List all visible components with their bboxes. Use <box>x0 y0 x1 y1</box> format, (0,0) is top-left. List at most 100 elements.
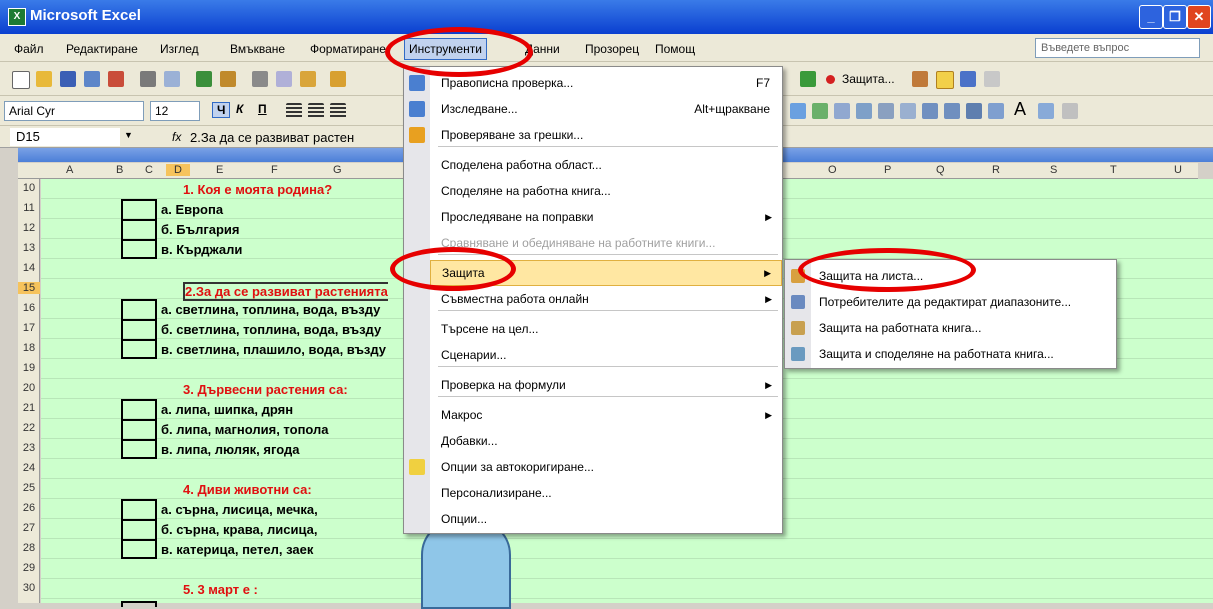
col-header-f[interactable]: F <box>271 164 278 176</box>
font-size-select[interactable]: 12 <box>150 101 200 121</box>
print-preview-icon[interactable] <box>164 71 180 87</box>
drawing-icon[interactable] <box>790 103 806 119</box>
font-name-select[interactable]: Arial Cyr <box>4 101 144 121</box>
row-header[interactable]: 18 <box>18 342 40 354</box>
save-icon[interactable] <box>60 71 76 87</box>
menu-item-macro[interactable]: Макрос ▶ <box>430 402 782 428</box>
chevron-down-icon[interactable]: ▼ <box>124 130 133 140</box>
italic-button[interactable]: К <box>236 102 243 116</box>
row-header[interactable]: 27 <box>18 522 40 534</box>
menu-insert[interactable]: Вмъкване <box>230 42 285 56</box>
row-header[interactable]: 13 <box>18 242 40 254</box>
menu-help[interactable]: Помощ <box>655 42 695 56</box>
menu-item-goal-seek[interactable]: Търсене на цел... <box>430 316 782 342</box>
col-header-s[interactable]: S <box>1050 164 1057 176</box>
menu-item-scenarios[interactable]: Сценарии... <box>430 342 782 368</box>
answer-checkbox-group[interactable] <box>121 299 157 359</box>
menu-item-share-workbook[interactable]: Споделяне на работна книга... <box>430 178 782 204</box>
checkbox-control-icon[interactable] <box>834 103 850 119</box>
menu-item-formula-auditing[interactable]: Проверка на формули ▶ <box>430 372 782 398</box>
row-header[interactable]: 11 <box>18 202 40 214</box>
menu-item-research[interactable]: Изследване... Alt+щракване <box>430 96 782 122</box>
research-icon[interactable] <box>220 71 236 87</box>
align-center-icon[interactable] <box>308 103 324 119</box>
menu-item-autocorrect-options[interactable]: Опции за автокоригиране... <box>430 454 782 480</box>
spinner-control-icon[interactable] <box>966 103 982 119</box>
underline-button[interactable]: П <box>258 102 267 116</box>
row-header[interactable]: 17 <box>18 322 40 334</box>
permission-icon[interactable] <box>84 71 100 87</box>
combo-control-icon[interactable] <box>856 103 872 119</box>
edit-icon[interactable] <box>960 71 976 87</box>
menu-item-track-changes[interactable]: Проследяване на поправки ▶ <box>430 204 782 230</box>
answer-checkbox-group[interactable] <box>121 199 157 259</box>
open-icon[interactable] <box>36 71 52 87</box>
copy-icon[interactable] <box>276 71 292 87</box>
col-header-q[interactable]: Q <box>936 164 945 176</box>
paste-icon[interactable] <box>300 71 316 87</box>
menu-window[interactable]: Прозорец <box>585 42 639 56</box>
protect-toolbar-button[interactable]: Защита... <box>842 72 895 86</box>
submenu-item-allow-edit-ranges[interactable]: Потребителите да редактират диапазоните.… <box>811 289 1116 315</box>
highlight-icon[interactable] <box>936 71 954 89</box>
col-header-d[interactable]: D <box>166 164 190 176</box>
submenu-item-protect-share-workbook[interactable]: Защита и споделяне на работната книга... <box>811 341 1116 367</box>
formula-content[interactable]: 2.За да се развиват растен <box>190 130 354 145</box>
format-painter-icon[interactable] <box>330 71 346 87</box>
row-header[interactable]: 16 <box>18 302 40 314</box>
maximize-button[interactable]: ❐ <box>1163 5 1187 29</box>
menu-item-online-collaboration[interactable]: Съвместна работа онлайн ▶ <box>430 286 782 312</box>
function-icon[interactable]: fx <box>172 130 181 144</box>
email-icon[interactable] <box>108 71 124 87</box>
menu-view[interactable]: Изглед <box>160 42 199 56</box>
form-icon[interactable] <box>812 103 828 119</box>
image-icon[interactable] <box>1038 103 1054 119</box>
button-control-icon[interactable] <box>878 103 894 119</box>
menu-item-shared-workspace[interactable]: Споделена работна област... <box>430 152 782 178</box>
col-header-t[interactable]: T <box>1110 164 1117 176</box>
col-header-u[interactable]: U <box>1174 164 1182 176</box>
menu-file[interactable]: Файл <box>14 42 44 56</box>
properties-icon[interactable] <box>988 103 1004 119</box>
menu-item-add-ins[interactable]: Добавки... <box>430 428 782 454</box>
list-control-icon[interactable] <box>922 103 938 119</box>
row-header[interactable]: 22 <box>18 422 40 434</box>
menu-item-customize[interactable]: Персонализиране... <box>430 480 782 506</box>
row-header[interactable]: 20 <box>18 382 40 394</box>
row-header[interactable]: 23 <box>18 442 40 454</box>
name-box[interactable]: D15 <box>10 128 120 146</box>
col-header-e[interactable]: E <box>216 164 223 176</box>
menu-item-error-checking[interactable]: Проверяване за грешки... <box>430 122 782 148</box>
row-header[interactable]: 30 <box>18 582 40 594</box>
row-header[interactable]: 10 <box>18 182 40 194</box>
protect-sheet-icon[interactable] <box>912 71 928 87</box>
answer-checkbox-group[interactable] <box>121 399 157 459</box>
text-icon[interactable]: A <box>1014 99 1026 120</box>
align-right-icon[interactable] <box>330 103 346 119</box>
col-header-c[interactable]: C <box>145 164 153 176</box>
align-left-icon[interactable] <box>286 103 302 119</box>
run-icon[interactable] <box>800 71 816 87</box>
ask-question-input[interactable]: Въведете въпрос <box>1035 38 1200 58</box>
print-icon[interactable] <box>140 71 156 87</box>
submenu-item-protect-workbook[interactable]: Защита на работната книга... <box>811 315 1116 341</box>
row-header[interactable]: 28 <box>18 542 40 554</box>
row-header[interactable]: 15 <box>18 282 40 294</box>
minimize-button[interactable]: _ <box>1139 5 1163 29</box>
record-icon[interactable] <box>826 75 835 84</box>
row-header[interactable]: 29 <box>18 562 40 574</box>
link-icon[interactable] <box>984 71 1000 87</box>
menu-format[interactable]: Форматиране <box>310 42 386 56</box>
col-header-a[interactable]: A <box>66 164 73 176</box>
col-header-p[interactable]: P <box>884 164 891 176</box>
col-header-o[interactable]: O <box>828 164 837 176</box>
row-header[interactable]: 24 <box>18 462 40 474</box>
row-header[interactable]: 26 <box>18 502 40 514</box>
scrollbar-control-icon[interactable] <box>944 103 960 119</box>
col-header-r[interactable]: R <box>992 164 1000 176</box>
row-header[interactable]: 14 <box>18 262 40 274</box>
menu-edit[interactable]: Редактиране <box>66 42 138 56</box>
answer-checkbox-group[interactable] <box>121 499 157 559</box>
option-control-icon[interactable] <box>900 103 916 119</box>
row-header[interactable]: 12 <box>18 222 40 234</box>
